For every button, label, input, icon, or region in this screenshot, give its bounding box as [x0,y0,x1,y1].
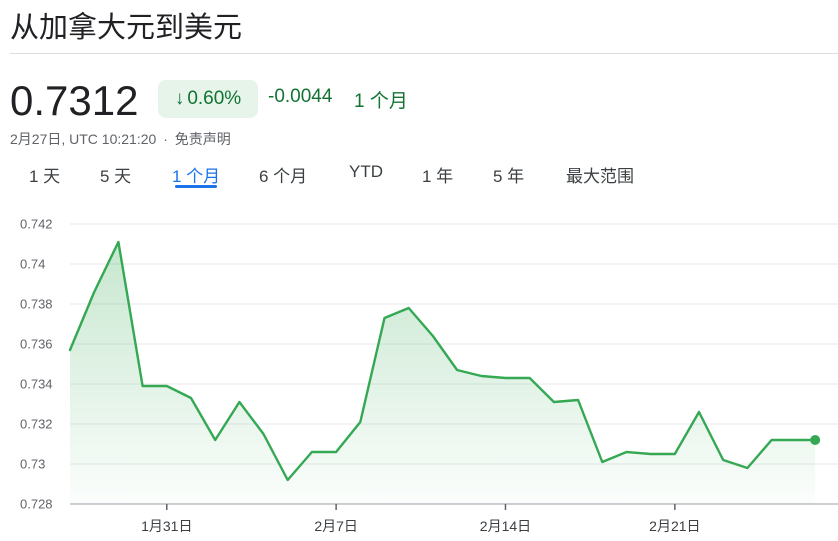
tab-5-days[interactable]: 5 天 [100,162,131,187]
quote-meta: 2月27日, UTC 10:21:20 · 免责声明 [10,129,231,149]
current-value-dot [810,435,821,445]
y-tick-label: 0.73 [20,457,45,472]
change-period: 1 个月 [354,91,408,112]
page-title: 从加拿大元到美元 [10,12,243,44]
change-absolute: -0.0044 [268,86,333,107]
meta-separator: · [163,131,168,147]
tab-ytd[interactable]: YTD [349,162,383,182]
tab-6-months[interactable]: 6 个月 [259,162,307,187]
x-tick-label: 2月21日 [649,518,700,534]
change-percent: 0.60% [187,88,242,109]
tab-max[interactable]: 最大范围 [566,162,634,187]
active-tab-indicator [175,185,217,188]
price-chart[interactable]: 0.742 0.74 0.738 0.736 0.734 0.732 0.73 0.728 1… [0,190,838,541]
y-tick-label: 0.742 [20,217,53,232]
arrow-down-icon: ↓ [174,88,185,109]
tab-1-year[interactable]: 1 年 [422,162,453,187]
current-price: 0.7312 [10,77,139,124]
disclaimer-link[interactable]: 免责声明 [175,131,231,147]
y-axis: 0.742 0.74 0.738 0.736 0.734 0.732 0.73 0.728 [20,217,53,512]
y-tick-label: 0.74 [20,257,45,272]
x-tick-label: 2月7日 [314,518,358,534]
tab-1-month[interactable]: 1 个月 [172,162,220,187]
header-divider [10,53,838,54]
y-tick-label: 0.728 [20,497,53,512]
y-tick-label: 0.738 [20,297,53,312]
range-tabs: 1 天 5 天 1 个月 6 个月 YTD 1 年 5 年 最大范围 [0,158,838,190]
y-tick-label: 0.732 [20,417,53,432]
x-tick-label: 2月14日 [480,518,531,534]
chart-area-fill [70,242,816,504]
x-tick-label: 1月31日 [141,518,192,534]
y-tick-label: 0.736 [20,337,53,352]
change-percent-badge: ↓ 0.60% [158,80,258,118]
x-axis: 1月31日 2月7日 2月14日 2月21日 [141,504,701,534]
timestamp: 2月27日, UTC 10:21:20 [10,131,157,147]
tab-5-years[interactable]: 5 年 [493,162,524,187]
tab-1-day[interactable]: 1 天 [29,162,60,187]
y-tick-label: 0.734 [20,377,53,392]
